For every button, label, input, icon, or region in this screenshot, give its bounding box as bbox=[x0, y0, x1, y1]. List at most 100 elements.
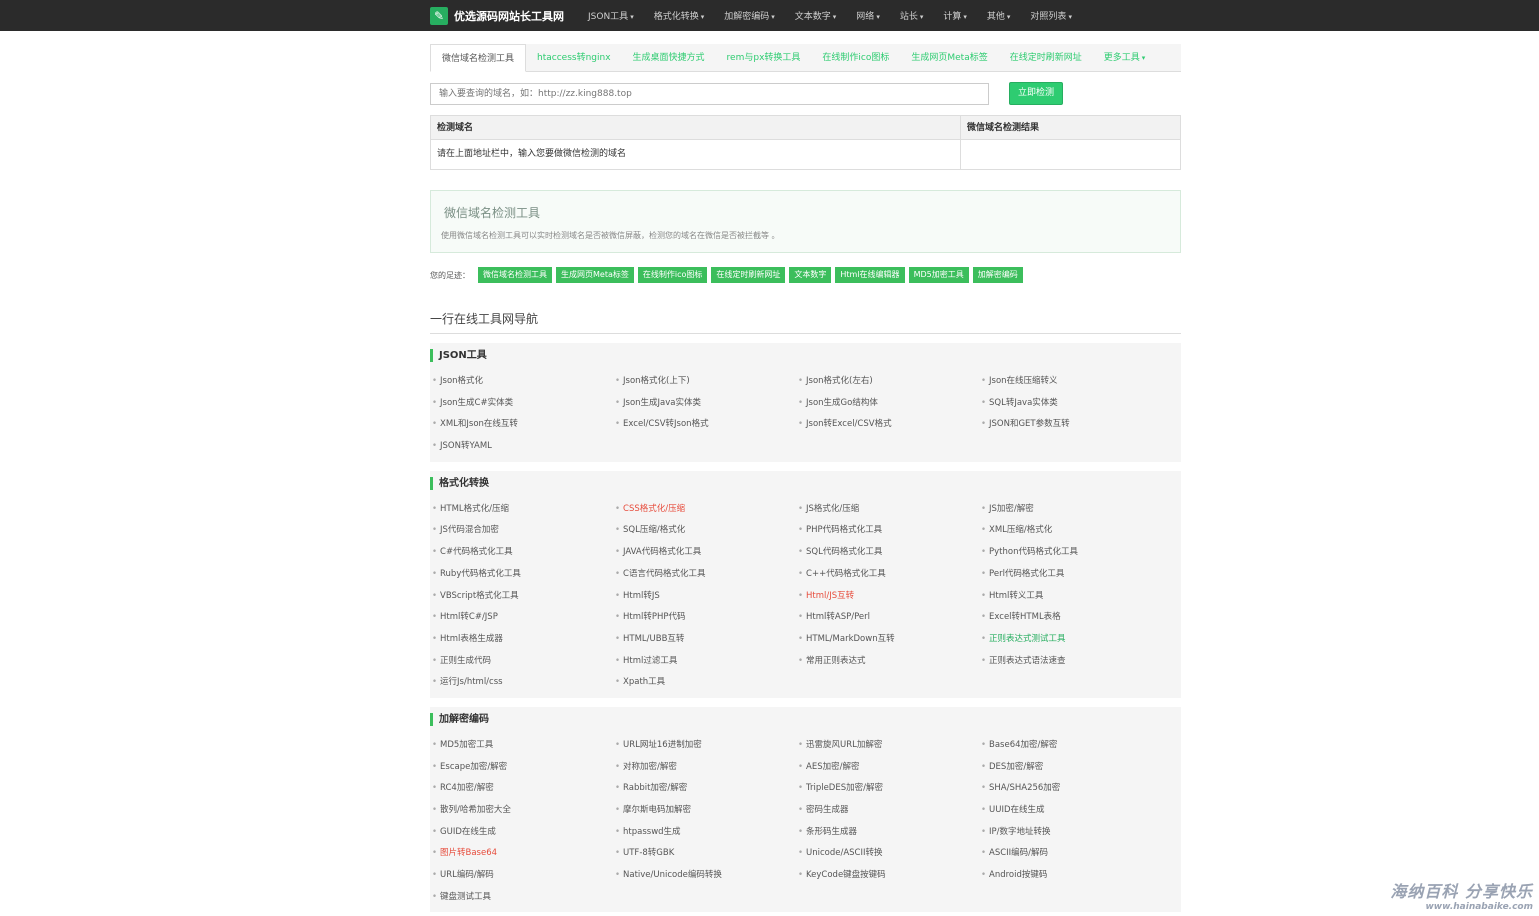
tool-link[interactable]: • Html转C#/JSP bbox=[432, 607, 615, 629]
footprint-tag[interactable]: Html在线编辑器 bbox=[835, 267, 905, 283]
footprint-tag[interactable]: 文本数字 bbox=[789, 267, 832, 283]
footprint-tag[interactable]: 生成网页Meta标签 bbox=[556, 267, 634, 283]
tool-link[interactable]: • Json生成Java实体类 bbox=[615, 393, 798, 415]
tool-link[interactable]: • JS格式化/压缩 bbox=[798, 499, 981, 521]
footprint-tag[interactable]: 加解密编码 bbox=[972, 267, 1023, 283]
nav-item-6[interactable]: 计算 ▾ bbox=[943, 9, 967, 22]
tool-link[interactable]: • Json格式化(上下) bbox=[615, 371, 798, 393]
tool-link[interactable]: • Perl代码格式化工具 bbox=[981, 564, 1164, 586]
tool-link[interactable]: • UTF-8转GBK bbox=[615, 843, 798, 865]
tool-link[interactable]: • C语言代码格式化工具 bbox=[615, 564, 798, 586]
tool-link[interactable]: • 图片转Base64 bbox=[432, 843, 615, 865]
tool-link[interactable]: • Html/JS互转 bbox=[798, 586, 981, 608]
tool-link[interactable]: • URL编码/解码 bbox=[432, 865, 615, 887]
tool-link[interactable]: • RC4加密/解密 bbox=[432, 778, 615, 800]
tab-5[interactable]: 生成网页Meta标签 bbox=[900, 44, 998, 71]
tool-link[interactable]: • SQL压缩/格式化 bbox=[615, 520, 798, 542]
tool-link[interactable]: • Excel/CSV转Json格式 bbox=[615, 414, 798, 436]
nav-item-7[interactable]: 其他 ▾ bbox=[987, 9, 1011, 22]
tool-link[interactable]: • XML压缩/格式化 bbox=[981, 520, 1164, 542]
tool-link[interactable]: • htpasswd生成 bbox=[615, 822, 798, 844]
tool-link[interactable]: • Native/Unicode编码转换 bbox=[615, 865, 798, 887]
tool-link[interactable]: • SQL代码格式化工具 bbox=[798, 542, 981, 564]
footprint-tag[interactable]: MD5加密工具 bbox=[908, 267, 969, 283]
tool-link[interactable]: • Ruby代码格式化工具 bbox=[432, 564, 615, 586]
tool-link[interactable]: • Html表格生成器 bbox=[432, 629, 615, 651]
tool-link[interactable]: • PHP代码格式化工具 bbox=[798, 520, 981, 542]
tool-link[interactable]: • JAVA代码格式化工具 bbox=[615, 542, 798, 564]
tool-link[interactable]: • ASCII编码/解码 bbox=[981, 843, 1164, 865]
tool-link[interactable]: • HTML/UBB互转 bbox=[615, 629, 798, 651]
tool-link[interactable]: • C#代码格式化工具 bbox=[432, 542, 615, 564]
tool-link[interactable]: • DES加密/解密 bbox=[981, 757, 1164, 779]
tool-link[interactable]: • MD5加密工具 bbox=[432, 735, 615, 757]
tool-link[interactable]: • 键盘测试工具 bbox=[432, 887, 615, 909]
tool-link[interactable]: • Unicode/ASCII转换 bbox=[798, 843, 981, 865]
nav-item-0[interactable]: JSON工具 ▾ bbox=[588, 9, 634, 22]
footprint-tag[interactable]: 在线定时刷新网址 bbox=[711, 267, 786, 283]
tool-link[interactable]: • XML和Json在线互转 bbox=[432, 414, 615, 436]
tool-link[interactable]: • Escape加密/解密 bbox=[432, 757, 615, 779]
tool-link[interactable]: • CSS格式化/压缩 bbox=[615, 499, 798, 521]
tool-link[interactable]: • 迅雷旋风URL加解密 bbox=[798, 735, 981, 757]
tool-link[interactable]: • Excel转HTML表格 bbox=[981, 607, 1164, 629]
tool-link[interactable]: • C++代码格式化工具 bbox=[798, 564, 981, 586]
nav-item-1[interactable]: 格式化转换 ▾ bbox=[654, 9, 705, 22]
tool-link[interactable]: • UUID在线生成 bbox=[981, 800, 1164, 822]
tool-link[interactable]: • Android按键码 bbox=[981, 865, 1164, 887]
tool-link[interactable]: • Html转PHP代码 bbox=[615, 607, 798, 629]
tab-3[interactable]: rem与px转换工具 bbox=[716, 44, 812, 71]
tool-link[interactable]: • Html转ASP/Perl bbox=[798, 607, 981, 629]
tool-link[interactable]: • HTML格式化/压缩 bbox=[432, 499, 615, 521]
tool-link[interactable]: • JS加密/解密 bbox=[981, 499, 1164, 521]
tool-link[interactable]: • SQL转Java实体类 bbox=[981, 393, 1164, 415]
tool-link[interactable]: • 对称加密/解密 bbox=[615, 757, 798, 779]
tool-link[interactable]: • Html转义工具 bbox=[981, 586, 1164, 608]
tool-link[interactable]: • 常用正则表达式 bbox=[798, 651, 981, 673]
brand-link[interactable]: ✎ 优选源码网站长工具网 bbox=[430, 6, 564, 25]
tool-link[interactable]: • Python代码格式化工具 bbox=[981, 542, 1164, 564]
tool-link[interactable]: • Json格式化(左右) bbox=[798, 371, 981, 393]
tool-link[interactable]: • TripleDES加密/解密 bbox=[798, 778, 981, 800]
tool-link[interactable]: • Xpath工具 bbox=[615, 672, 798, 694]
tool-link[interactable]: • SHA/SHA256加密 bbox=[981, 778, 1164, 800]
nav-item-5[interactable]: 站长 ▾ bbox=[900, 9, 924, 22]
domain-input[interactable] bbox=[430, 83, 989, 105]
tool-link[interactable]: • Html过滤工具 bbox=[615, 651, 798, 673]
nav-item-8[interactable]: 对照列表 ▾ bbox=[1030, 9, 1072, 22]
tab-2[interactable]: 生成桌面快捷方式 bbox=[622, 44, 716, 71]
tool-link[interactable]: • VBScript格式化工具 bbox=[432, 586, 615, 608]
tab-1[interactable]: htaccess转nginx bbox=[526, 44, 622, 71]
tool-link[interactable]: • Json生成C#实体类 bbox=[432, 393, 615, 415]
footprint-tag[interactable]: 在线制作ico图标 bbox=[637, 267, 708, 283]
tool-link[interactable]: • JSON和GET参数互转 bbox=[981, 414, 1164, 436]
tool-link[interactable]: • KeyCode键盘按键码 bbox=[798, 865, 981, 887]
tool-link[interactable]: • Rabbit加密/解密 bbox=[615, 778, 798, 800]
tool-link[interactable]: • GUID在线生成 bbox=[432, 822, 615, 844]
nav-item-3[interactable]: 文本数字 ▾ bbox=[795, 9, 837, 22]
tab-6[interactable]: 在线定时刷新网址 bbox=[999, 44, 1093, 71]
check-button[interactable]: 立即检测 bbox=[1009, 82, 1063, 105]
tool-link[interactable]: • Json在线压缩转义 bbox=[981, 371, 1164, 393]
tab-4[interactable]: 在线制作ico图标 bbox=[811, 44, 900, 71]
tool-link[interactable]: • 散列/哈希加密大全 bbox=[432, 800, 615, 822]
tool-link[interactable]: • Json生成Go结构体 bbox=[798, 393, 981, 415]
tool-link[interactable]: • HTML/MarkDown互转 bbox=[798, 629, 981, 651]
tab-7[interactable]: 更多工具 ▾ bbox=[1093, 44, 1157, 71]
tool-link[interactable]: • 摩尔斯电码加解密 bbox=[615, 800, 798, 822]
tool-link[interactable]: • Json格式化 bbox=[432, 371, 615, 393]
tool-link[interactable]: • 运行Js/html/css bbox=[432, 672, 615, 694]
tool-link[interactable]: • IP/数字地址转换 bbox=[981, 822, 1164, 844]
tool-link[interactable]: • 条形码生成器 bbox=[798, 822, 981, 844]
tool-link[interactable]: • Json转Excel/CSV格式 bbox=[798, 414, 981, 436]
tool-link[interactable]: • AES加密/解密 bbox=[798, 757, 981, 779]
tool-link[interactable]: • 正则生成代码 bbox=[432, 651, 615, 673]
footprint-tag[interactable]: 微信域名检测工具 bbox=[478, 267, 552, 283]
tool-link[interactable]: • Base64加密/解密 bbox=[981, 735, 1164, 757]
tool-link[interactable]: • URL网址16进制加密 bbox=[615, 735, 798, 757]
tool-link[interactable]: • 正则表达式测试工具 bbox=[981, 629, 1164, 651]
nav-item-4[interactable]: 网络 ▾ bbox=[856, 9, 880, 22]
tab-0[interactable]: 微信域名检测工具 bbox=[430, 44, 527, 72]
tool-link[interactable]: • 密码生成器 bbox=[798, 800, 981, 822]
tool-link[interactable]: • JSON转YAML bbox=[432, 436, 615, 458]
